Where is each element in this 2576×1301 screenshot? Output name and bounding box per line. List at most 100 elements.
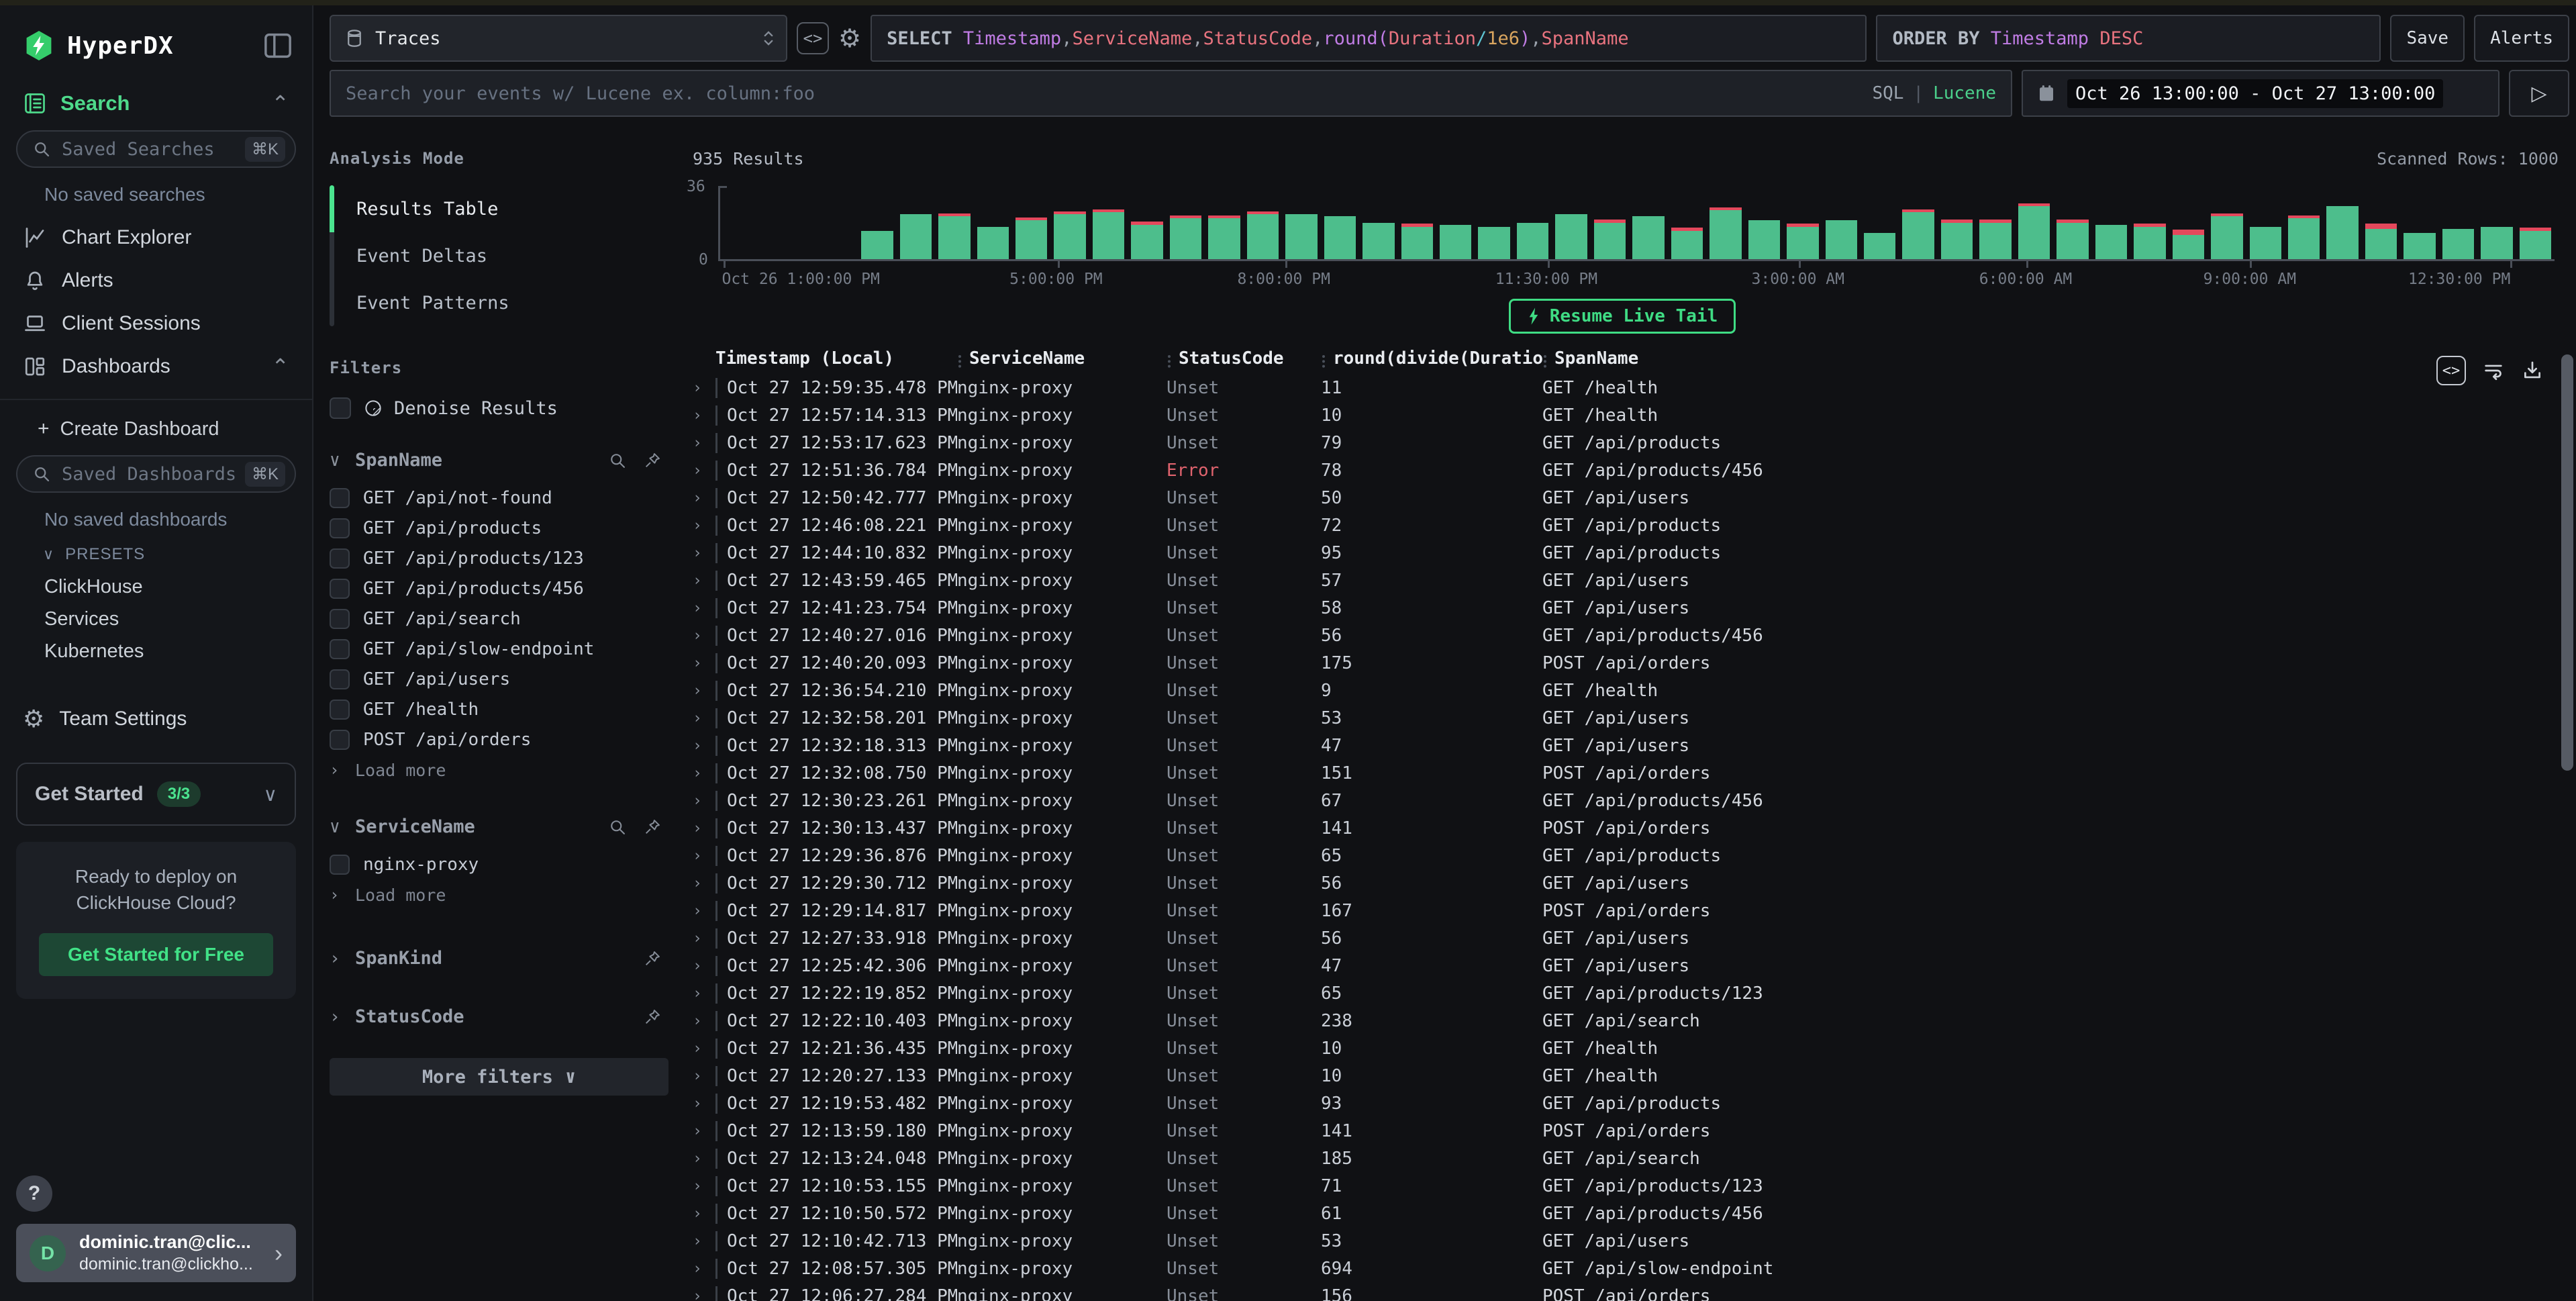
sidebar-collapse-icon[interactable] [264,33,292,58]
saved-searches-input[interactable]: Saved Searches ⌘K [16,130,296,168]
scrollbar-thumb[interactable] [2561,354,2573,771]
preset-item-services[interactable]: Services [0,603,312,635]
table-row[interactable]: ›Oct 27 12:41:23.754 PMnginx-proxyUnset5… [686,594,2559,622]
get-started-free-button[interactable]: Get Started for Free [39,933,273,976]
table-row[interactable]: ›Oct 27 12:10:50.572 PMnginx-proxyUnset6… [686,1200,2559,1227]
filter-value-row[interactable]: GET /health [330,694,668,724]
select-clause-editor[interactable]: SELECT Timestamp,ServiceName,StatusCode,… [871,15,1867,62]
chevron-up-icon[interactable]: ⌃ [271,97,289,110]
preset-item-clickhouse[interactable]: ClickHouse [0,571,312,603]
sidebar-item-chart-explorer[interactable]: Chart Explorer [0,216,312,259]
table-row[interactable]: ›Oct 27 12:19:53.482 PMnginx-proxyUnset9… [686,1090,2559,1117]
table-row[interactable]: ›Oct 27 12:51:36.784 PMnginx-proxyError7… [686,456,2559,484]
query-settings-gear-icon[interactable]: ⚙ [838,23,861,54]
date-range-picker[interactable]: Oct 26 13:00:00 - Oct 27 13:00:00 [2022,70,2499,117]
checkbox[interactable] [330,669,350,689]
filter-value-row[interactable]: GET /api/slow-endpoint [330,634,668,664]
load-more-button[interactable]: › Load more [330,755,668,785]
pin-icon[interactable] [643,949,662,968]
filter-value-row[interactable]: nginx-proxy [330,849,668,879]
table-row[interactable]: ›Oct 27 12:43:59.465 PMnginx-proxyUnset5… [686,567,2559,594]
pin-icon[interactable] [643,818,662,836]
table-row[interactable]: ›Oct 27 12:32:08.750 PMnginx-proxyUnset1… [686,759,2559,787]
table-row[interactable]: ›Oct 27 12:06:27.284 PMnginx-proxyUnset1… [686,1282,2559,1301]
checkbox[interactable] [330,397,351,419]
more-filters-button[interactable]: More filters ∨ [330,1058,668,1096]
analysis-mode-event-patterns[interactable]: Event Patterns [330,279,668,326]
table-row[interactable]: ›Oct 27 12:13:59.180 PMnginx-proxyUnset1… [686,1117,2559,1145]
language-sql-option[interactable]: SQL [1872,83,1903,103]
filter-value-row[interactable]: GET /api/search [330,604,668,634]
checkbox[interactable] [330,609,350,629]
filter-value-row[interactable]: GET /api/users [330,664,668,694]
checkbox[interactable] [330,855,350,875]
table-row[interactable]: ›Oct 27 12:46:08.221 PMnginx-proxyUnset7… [686,512,2559,539]
preset-item-kubernetes[interactable]: Kubernetes [0,635,312,667]
create-dashboard-button[interactable]: + Create Dashboard [0,400,312,440]
table-row[interactable]: ›Oct 27 12:40:20.093 PMnginx-proxyUnset1… [686,649,2559,677]
analysis-mode-event-deltas[interactable]: Event Deltas [330,232,668,279]
table-row[interactable]: ›Oct 27 12:30:13.437 PMnginx-proxyUnset1… [686,814,2559,842]
search-icon[interactable] [608,818,627,836]
filter-group-header[interactable]: › StatusCode [330,1006,668,1027]
table-row[interactable]: ›Oct 27 12:22:19.852 PMnginx-proxyUnset6… [686,979,2559,1007]
filter-group-header[interactable]: ∨ SpanName [330,450,668,471]
column-header-duration[interactable]: round(divide(Duration, [1321,348,1542,369]
filter-group-header[interactable]: › SpanKind [330,948,668,969]
pin-icon[interactable] [643,451,662,470]
filter-group-header[interactable]: ∨ ServiceName [330,816,668,837]
sidebar-item-team-settings[interactable]: ⚙ Team Settings [0,705,312,733]
search-input[interactable]: Search your events w/ Lucene ex. column:… [330,70,2012,117]
table-row[interactable]: ›Oct 27 12:57:14.313 PMnginx-proxyUnset1… [686,401,2559,429]
sidebar-item-search[interactable]: Search ⌃ [0,91,312,115]
orderby-clause-editor[interactable]: ORDER BY Timestamp DESC [1876,15,2381,62]
checkbox[interactable] [330,730,350,750]
checkbox[interactable] [330,548,350,569]
search-icon[interactable] [608,451,627,470]
table-row[interactable]: ›Oct 27 12:29:14.817 PMnginx-proxyUnset1… [686,897,2559,924]
column-header-spanname[interactable]: SpanName [1542,348,2559,369]
help-button[interactable]: ? [16,1175,52,1212]
source-selector[interactable]: Traces [330,15,787,62]
sidebar-item-dashboards[interactable]: Dashboards ⌃ [0,345,312,388]
column-header-servicename[interactable]: ServiceName [957,348,1167,369]
table-row[interactable]: ›Oct 27 12:40:27.016 PMnginx-proxyUnset5… [686,622,2559,649]
table-row[interactable]: ›Oct 27 12:44:10.832 PMnginx-proxyUnset9… [686,539,2559,567]
table-row[interactable]: ›Oct 27 12:30:23.261 PMnginx-proxyUnset6… [686,787,2559,814]
checkbox[interactable] [330,579,350,599]
checkbox[interactable] [330,518,350,538]
presets-toggle[interactable]: ∨ PRESETS [0,530,312,564]
checkbox[interactable] [330,488,350,508]
get-started-widget[interactable]: Get Started 3/3 ∨ [16,763,296,826]
code-mode-button[interactable]: <> [797,22,829,54]
table-row[interactable]: ›Oct 27 12:53:17.623 PMnginx-proxyUnset7… [686,429,2559,456]
table-row[interactable]: ›Oct 27 12:59:35.478 PMnginx-proxyUnset1… [686,374,2559,401]
sidebar-item-client-sessions[interactable]: Client Sessions [0,302,312,345]
pin-icon[interactable] [643,1008,662,1026]
analysis-mode-results-table[interactable]: Results Table [330,185,668,232]
column-header-timestamp[interactable]: Timestamp (Local) [715,348,957,369]
denoise-results-toggle[interactable]: Denoise Results [330,397,668,419]
column-header-statuscode[interactable]: StatusCode [1167,348,1321,369]
filter-value-row[interactable]: GET /api/products/123 [330,543,668,573]
table-row[interactable]: ›Oct 27 12:25:42.306 PMnginx-proxyUnset4… [686,952,2559,979]
table-row[interactable]: ›Oct 27 12:10:42.713 PMnginx-proxyUnset5… [686,1227,2559,1255]
table-row[interactable]: ›Oct 27 12:32:58.201 PMnginx-proxyUnset5… [686,704,2559,732]
checkbox[interactable] [330,639,350,659]
table-row[interactable]: ›Oct 27 12:29:30.712 PMnginx-proxyUnset5… [686,869,2559,897]
table-row[interactable]: ›Oct 27 12:13:24.048 PMnginx-proxyUnset1… [686,1145,2559,1172]
table-row[interactable]: ›Oct 27 12:27:33.918 PMnginx-proxyUnset5… [686,924,2559,952]
filter-value-row[interactable]: POST /api/orders [330,724,668,755]
table-row[interactable]: ›Oct 27 12:32:18.313 PMnginx-proxyUnset4… [686,732,2559,759]
load-more-button[interactable]: › Load more [330,879,668,910]
filter-value-row[interactable]: GET /api/products/456 [330,573,668,604]
saved-dashboards-input[interactable]: Saved Dashboards ⌘K [16,455,296,493]
filter-value-row[interactable]: GET /api/not-found [330,483,668,513]
table-row[interactable]: ›Oct 27 12:50:42.777 PMnginx-proxyUnset5… [686,484,2559,512]
table-row[interactable]: ›Oct 27 12:36:54.210 PMnginx-proxyUnset9… [686,677,2559,704]
save-button[interactable]: Save [2390,15,2465,62]
table-row[interactable]: ›Oct 27 12:08:57.305 PMnginx-proxyUnset6… [686,1255,2559,1282]
checkbox[interactable] [330,700,350,720]
filter-value-row[interactable]: GET /api/products [330,513,668,543]
alerts-button[interactable]: Alerts [2474,15,2569,62]
